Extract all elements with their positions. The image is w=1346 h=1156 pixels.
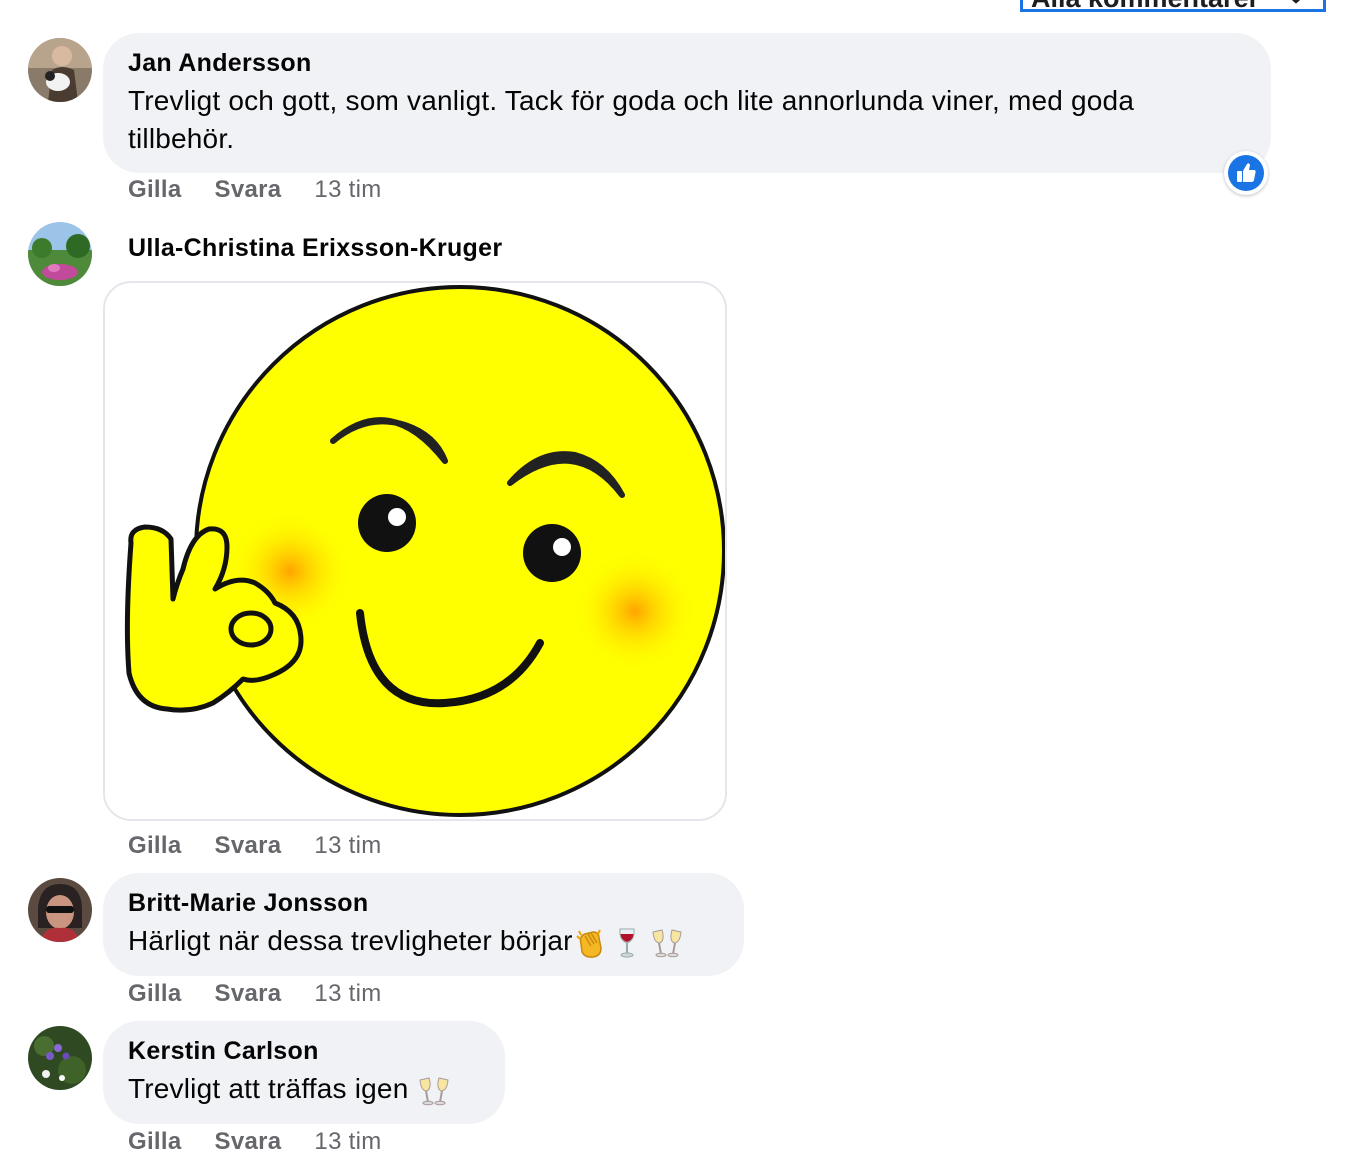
avatar-ulla-christina[interactable] <box>28 222 92 286</box>
chevron-down-icon <box>1291 0 1301 4</box>
comment-bubble: Britt-Marie Jonsson Härligt när dessa tr… <box>103 873 744 976</box>
comment-actions: Gilla Svara 13 tim <box>128 1128 382 1156</box>
like-button[interactable]: Gilla <box>128 176 182 204</box>
comment-text-line-2: tillbehör. <box>128 123 235 154</box>
like-button[interactable]: Gilla <box>128 980 182 1008</box>
avatar-photo <box>28 38 92 102</box>
reply-button[interactable]: Svara <box>215 1128 282 1156</box>
comment-author[interactable]: Kerstin Carlson <box>128 1035 480 1068</box>
reply-button[interactable]: Svara <box>215 176 282 204</box>
comment-author[interactable]: Ulla-Christina Erixsson-Kruger <box>128 232 502 265</box>
reaction-badge[interactable] <box>1224 151 1268 195</box>
like-icon <box>1228 155 1264 191</box>
comment-actions: Gilla Svara 13 tim <box>128 832 382 860</box>
like-button[interactable]: Gilla <box>128 1128 182 1156</box>
clinking-glasses-emoji <box>419 1077 449 1105</box>
comment-filter-dropdown[interactable]: Alla kommentarer <box>1020 0 1326 12</box>
comment-timestamp[interactable]: 13 tim <box>314 1128 381 1156</box>
avatar-kerstin-carlson[interactable] <box>28 1026 92 1090</box>
clinking-glasses-emoji <box>652 929 682 957</box>
comment-timestamp[interactable]: 13 tim <box>314 176 381 204</box>
comment-actions: Gilla Svara 13 tim <box>128 176 382 204</box>
comment-text-body: Härligt när dessa trevligheter börjar <box>128 925 573 956</box>
comment-bubble: Jan Andersson Trevligt och gott, som van… <box>103 33 1271 173</box>
avatar-photo <box>28 1026 92 1090</box>
reply-button[interactable]: Svara <box>215 832 282 860</box>
avatar-jan-andersson[interactable] <box>28 38 92 102</box>
avatar-photo <box>28 222 92 286</box>
reply-button[interactable]: Svara <box>215 980 282 1008</box>
sticker-attachment[interactable] <box>103 281 727 821</box>
comment-filter-label: Alla kommentarer <box>1031 0 1259 9</box>
comment-timestamp[interactable]: 13 tim <box>314 980 381 1008</box>
comment-text: Trevligt att träffas igen <box>128 1070 480 1108</box>
comment-text: Härligt när dessa trevligheter börjar <box>128 922 719 960</box>
wine-glass-emoji <box>619 928 635 958</box>
comment-bubble: Kerstin Carlson Trevligt att träffas ige… <box>103 1021 505 1124</box>
avatar-photo <box>28 878 92 942</box>
comment-author[interactable]: Jan Andersson <box>128 47 1246 80</box>
comment-timestamp[interactable]: 13 tim <box>314 832 381 860</box>
clapping-hands-emoji <box>576 929 602 958</box>
like-button[interactable]: Gilla <box>128 832 182 860</box>
comment-text-body: Trevligt att träffas igen <box>128 1073 409 1104</box>
avatar-britt-marie[interactable] <box>28 878 92 942</box>
comment-actions: Gilla Svara 13 tim <box>128 980 382 1008</box>
ok-hand-smiley-sticker <box>124 285 725 817</box>
comment-author[interactable]: Britt-Marie Jonsson <box>128 887 719 920</box>
comment-text: Trevligt och gott, som vanligt. Tack för… <box>128 85 1135 116</box>
